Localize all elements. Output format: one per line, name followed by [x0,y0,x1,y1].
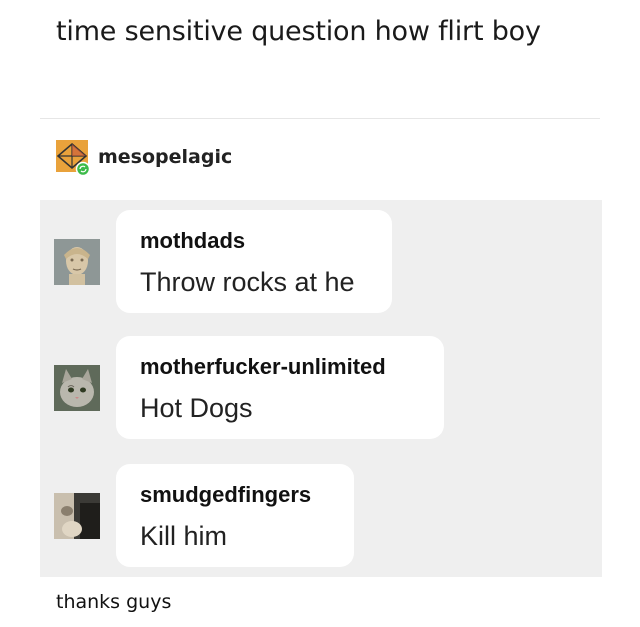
geometric-avatar-icon[interactable] [54,138,92,177]
list-item: motherfucker-unlimited Hot Dogs [54,336,444,439]
reply-bubble: smudgedfingers Kill him [116,464,354,567]
divider [40,118,600,119]
reply-message: Kill him [140,521,228,551]
reblogger-username[interactable]: mesopelagic [98,146,232,168]
photo-avatar-icon[interactable] [54,492,100,539]
reply-message: Throw rocks at he [140,267,355,297]
cat-avatar-icon[interactable] [54,364,100,411]
list-item: mothdads Throw rocks at he [54,210,392,313]
reply-username[interactable]: smudgedfingers [140,482,330,508]
reply-bubble: motherfucker-unlimited Hot Dogs [116,336,444,439]
list-item: smudgedfingers Kill him [54,464,354,567]
reply-username[interactable]: mothdads [140,228,368,254]
post-title: time sensitive question how flirt boy [56,16,541,47]
reblog-badge-icon [75,161,91,177]
reply-bubble: mothdads Throw rocks at he [116,210,392,313]
post-footer-text: thanks guys [56,591,172,613]
reply-username[interactable]: motherfucker-unlimited [140,354,420,380]
reply-message: Hot Dogs [140,393,253,423]
statue-avatar-icon[interactable] [54,238,100,285]
reblog-header[interactable]: mesopelagic [54,138,232,177]
